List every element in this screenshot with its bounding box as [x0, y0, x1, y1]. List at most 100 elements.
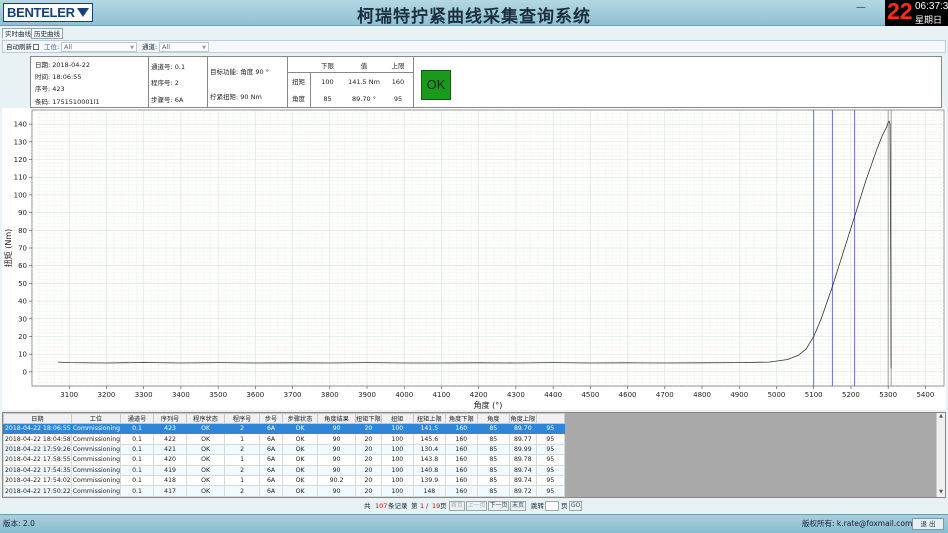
table-cell: 145.6 — [412, 433, 446, 445]
table-cell: 90 — [317, 454, 357, 466]
x-axis-label: 角度 (°) — [474, 400, 503, 410]
channel-select[interactable]: All ▼ — [159, 42, 209, 52]
table-cell: OK — [186, 474, 226, 487]
limits-table: 下限 值 上限 扭矩 100 141.5 Nm 160 角度 85 89.70 … — [288, 57, 414, 107]
auto-refresh-checkbox[interactable] — [33, 44, 39, 50]
table-cell: Commissioning — [70, 474, 122, 487]
table-cell: Commissioning — [70, 454, 122, 466]
column-header[interactable]: 程序号 — [224, 413, 261, 424]
column-header[interactable]: 角度下限 — [444, 413, 478, 424]
x-tick-label: 3100 — [60, 391, 78, 399]
column-header[interactable]: 扭矩下限 — [355, 413, 382, 424]
table-row[interactable]: 2018-04-22 18:04:58 Commissioning 0.1 422 OK… — [3, 433, 565, 445]
x-tick-label: 5400 — [916, 391, 934, 399]
prev-page-button[interactable]: 上一页 — [466, 501, 487, 511]
column-header[interactable]: 程序状态 — [186, 413, 226, 424]
torque-row-label: 扭矩 — [292, 78, 305, 86]
table-row[interactable]: 2018-04-22 18:06:55 Commissioning 0.1 423 OK… — [3, 422, 565, 435]
minimize-button[interactable]: — — [856, 3, 866, 14]
table-cell: 85 — [476, 422, 510, 435]
table-cell: 95 — [535, 464, 565, 476]
table-cell: 20 — [355, 474, 382, 487]
column-header[interactable]: 序列号 — [153, 413, 188, 424]
time-text: 时间: 18:06:55 — [35, 73, 82, 81]
table-cell: 89.72 — [508, 485, 537, 497]
table-cell: OK — [282, 422, 319, 435]
table-cell: 89.78 — [508, 454, 537, 466]
column-header[interactable]: 通道号 — [120, 413, 155, 424]
column-header[interactable]: 角度 — [476, 413, 510, 424]
column-header — [535, 413, 565, 424]
y-tick-label: 0 — [23, 368, 27, 376]
pager-current-page: 1 — [420, 502, 425, 510]
torque-upper: 160 — [391, 78, 405, 86]
x-tick-label: 4800 — [693, 391, 711, 399]
column-header[interactable]: 步号 — [259, 413, 284, 424]
table-cell: 20 — [355, 485, 382, 497]
go-button[interactable]: GO — [569, 501, 582, 511]
first-page-button[interactable]: 首页 — [449, 501, 465, 511]
x-tick-label: 5200 — [842, 391, 860, 399]
last-page-button[interactable]: 末页 — [510, 501, 526, 511]
table-cell: 419 — [153, 464, 188, 476]
table-cell: 141.5 — [412, 422, 446, 435]
version-text: 版本: 2.0 — [3, 519, 35, 528]
y-tick-label: 10 — [18, 351, 27, 359]
app-title: 柯瑞特拧紧曲线采集查询系统 — [357, 7, 591, 27]
column-header[interactable]: 日期 — [3, 413, 72, 424]
program-text: 程序号: 2 — [151, 79, 179, 87]
info-panel: 日期: 2018-04-22 时间: 18:06:55 序号: 423 条码: … — [30, 56, 942, 108]
table-scrollbar[interactable]: ▲ ▼ — [936, 413, 945, 497]
table-cell: 160 — [444, 443, 478, 456]
y-tick-label: 140 — [14, 121, 27, 129]
table-cell: 85 — [476, 464, 510, 476]
scroll-down-icon[interactable]: ▼ — [937, 489, 945, 497]
barcode-text: 条码: 1751510001l1 — [35, 98, 100, 106]
table-cell: 6A — [259, 443, 284, 456]
clock-day: 22 — [887, 0, 913, 24]
pager-total-suffix: 条记录 — [388, 502, 408, 510]
table-cell: 0.1 — [120, 464, 155, 476]
table-cell: 20 — [355, 464, 382, 476]
exit-button[interactable]: 退 出 — [912, 518, 944, 530]
table-row[interactable]: 2018-04-22 17:58:55 Commissioning 0.1 420 OK… — [3, 454, 565, 466]
column-header[interactable]: 角度结果 — [317, 413, 357, 424]
clock-time: 06:37:32 — [915, 1, 948, 12]
table-cell: 160 — [444, 485, 478, 497]
column-header[interactable]: 工位 — [70, 413, 122, 424]
station-label: 工位: — [44, 43, 60, 51]
table-row[interactable]: 2018-04-22 17:54:02 Commissioning 0.1 418 OK… — [3, 474, 565, 487]
column-header[interactable]: 扭矩上限 — [412, 413, 446, 424]
channel-label: 通道: — [142, 43, 158, 51]
table-cell: 0.1 — [120, 443, 155, 456]
y-tick-label: 80 — [18, 227, 27, 235]
table-cell: 6A — [259, 485, 284, 497]
table-row[interactable]: 2018-04-22 17:59:26 Commissioning 0.1 421 OK… — [3, 443, 565, 456]
table-cell: 89.99 — [508, 443, 537, 456]
pager-total-prefix: 共 — [364, 502, 371, 510]
table-cell: 89.70 — [508, 422, 537, 435]
table-cell: Commissioning — [70, 485, 122, 497]
table-cell: 100 — [380, 485, 414, 497]
record-info-box: 日期: 2018-04-22 时间: 18:06:55 序号: 423 条码: … — [31, 57, 149, 107]
column-header[interactable]: 步骤状态 — [282, 413, 319, 424]
table-cell: 417 — [153, 485, 188, 497]
table-cell: Commissioning — [70, 422, 122, 435]
table-cell: 2018-04-22 17:54:02 — [3, 474, 72, 487]
table-cell: OK — [186, 485, 226, 497]
column-header[interactable]: 扭矩 — [380, 413, 414, 424]
angle-value: 89.70 ° — [352, 95, 376, 103]
table-cell: 2018-04-22 18:04:58 — [3, 433, 72, 445]
page-number-input[interactable] — [545, 501, 559, 511]
x-tick-label: 4000 — [395, 391, 413, 399]
chevron-down-icon: ▼ — [130, 45, 134, 51]
next-page-button[interactable]: 下一页 — [488, 501, 509, 511]
pager-page-suffix: 页 — [440, 502, 447, 510]
column-header[interactable]: 角度上限 — [508, 413, 537, 424]
station-select[interactable]: All ▼ — [61, 42, 137, 52]
scroll-up-icon[interactable]: ▲ — [937, 413, 945, 421]
table-row[interactable]: 2018-04-22 17:54:35 Commissioning 0.1 419 OK… — [3, 464, 565, 476]
tab-history-curve[interactable]: 历史曲线 — [31, 28, 63, 39]
tab-realtime-curve[interactable]: 实时曲线 — [2, 28, 34, 39]
table-row[interactable]: 2018-04-22 17:50:22 Commissioning 0.1 417 OK… — [3, 485, 565, 497]
